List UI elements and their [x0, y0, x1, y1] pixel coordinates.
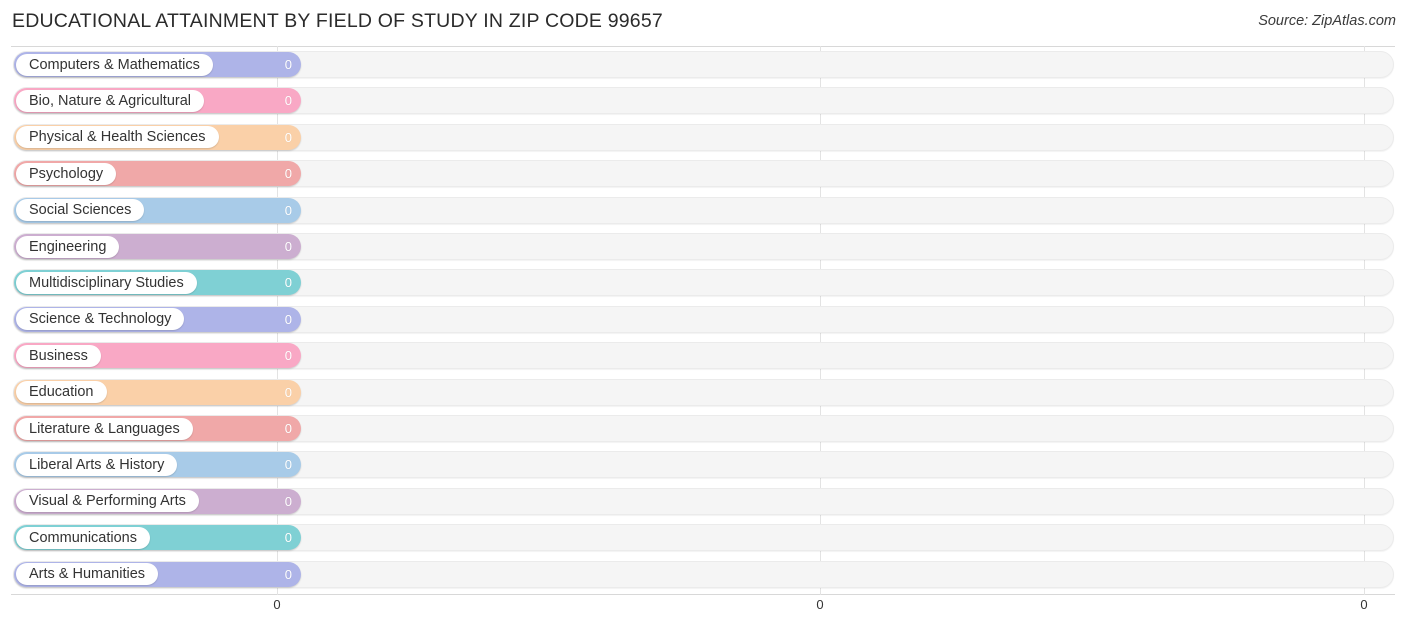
bar-row: 0 Computers & Mathematics	[0, 48, 1406, 84]
bar-row: 0 Business	[0, 339, 1406, 375]
category-label: Liberal Arts & History	[16, 453, 178, 476]
bar-row: 0 Visual & Performing Arts	[0, 485, 1406, 521]
category-label: Visual & Performing Arts	[16, 490, 199, 513]
category-label: Engineering	[16, 235, 120, 258]
category-label: Literature & Languages	[16, 417, 193, 440]
bar-row: 0 Bio, Nature & Agricultural	[0, 84, 1406, 120]
category-label: Multidisciplinary Studies	[16, 271, 197, 294]
bar-value-label: 0	[284, 421, 292, 436]
category-label: Physical & Health Sciences	[16, 126, 219, 149]
bar-value-label: 0	[284, 57, 292, 72]
bar-row: 0 Arts & Humanities	[0, 558, 1406, 594]
bar-value-label: 0	[284, 457, 292, 473]
axis-tick-label: 0	[816, 597, 824, 612]
bar-row: 0 Literature & Languages	[0, 412, 1406, 448]
bar-row: 0 Social Sciences	[0, 194, 1406, 230]
page-title: EDUCATIONAL ATTAINMENT BY FIELD OF STUDY…	[12, 10, 663, 32]
x-axis: 0 0 0	[0, 595, 1406, 631]
source-attribution: Source: ZipAtlas.com	[1258, 13, 1396, 29]
bar-row: 0 Multidisciplinary Studies	[0, 266, 1406, 302]
category-label: Communications	[16, 526, 150, 549]
bar-row: 0 Engineering	[0, 230, 1406, 266]
category-label: Psychology	[16, 162, 117, 185]
bar-value-label: 0	[284, 530, 292, 546]
bar-row: 0 Science & Technology	[0, 303, 1406, 339]
chart-plot-area: 0 Computers & Mathematics 0 Bio, Nature & A…	[0, 46, 1406, 595]
bar-row: 0 Education	[0, 376, 1406, 412]
category-label: Arts & Humanities	[16, 563, 159, 586]
bar-row: 0 Liberal Arts & History	[0, 448, 1406, 484]
bar-value-label: 0	[284, 348, 292, 364]
bar-value-label: 0	[284, 493, 292, 509]
bar-value-label: 0	[284, 202, 292, 218]
bar-value-label: 0	[284, 384, 292, 400]
bar-value-label: 0	[284, 566, 292, 582]
axis-tick-label: 0	[1360, 597, 1368, 612]
category-label: Bio, Nature & Agricultural	[16, 89, 204, 112]
chart-header: EDUCATIONAL ATTAINMENT BY FIELD OF STUDY…	[0, 0, 1406, 44]
bar-row: 0 Physical & Health Sciences	[0, 121, 1406, 157]
bar-value-label: 0	[284, 93, 292, 109]
category-label: Computers & Mathematics	[16, 53, 213, 76]
bar-value-label: 0	[284, 275, 292, 291]
category-label: Education	[16, 381, 107, 404]
bar-value-label: 0	[284, 129, 292, 145]
bar-row: 0 Communications	[0, 521, 1406, 557]
bar-value-label: 0	[284, 311, 292, 327]
axis-tick-label: 0	[273, 597, 281, 612]
bar-value-label: 0	[284, 166, 292, 182]
category-label: Business	[16, 344, 101, 367]
bar-value-label: 0	[284, 239, 292, 254]
category-label: Social Sciences	[16, 199, 145, 222]
bar-row: 0 Psychology	[0, 157, 1406, 193]
category-label: Science & Technology	[16, 308, 185, 331]
